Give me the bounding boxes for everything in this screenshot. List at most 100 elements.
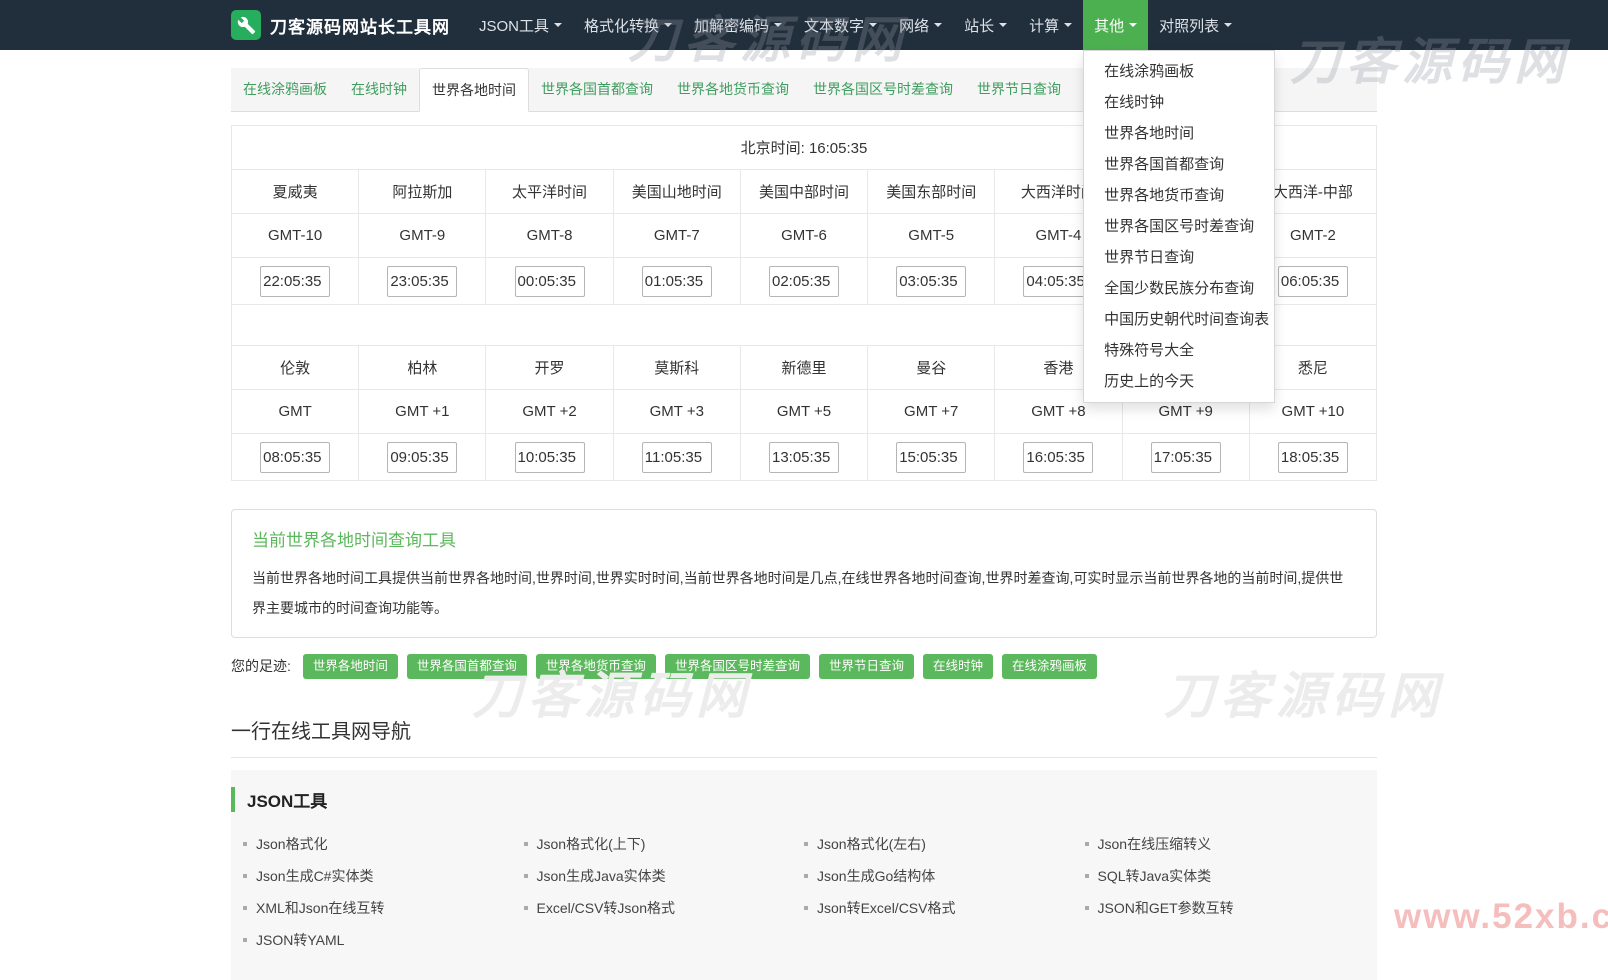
tool-link-label: Json格式化 xyxy=(256,834,328,854)
city-cell: 开罗 xyxy=(486,346,613,390)
tab-世界节日查询[interactable]: 世界节日查询 xyxy=(965,68,1073,112)
bullet-icon xyxy=(1085,874,1089,878)
tool-link-Json格式化[interactable]: Json格式化 xyxy=(243,828,524,860)
tool-link-Json转Excel/CSV格式[interactable]: Json转Excel/CSV格式 xyxy=(804,892,1085,924)
bullet-icon xyxy=(243,906,247,910)
nav-item-加解密编码[interactable]: 加解密编码 xyxy=(683,0,793,50)
dropdown-caret-icon xyxy=(1064,23,1072,27)
nav-item-对照列表[interactable]: 对照列表 xyxy=(1148,0,1243,50)
dropdown-caret-icon xyxy=(554,23,562,27)
tab-在线时钟[interactable]: 在线时钟 xyxy=(339,68,419,112)
tool-link-SQL转Java实体类[interactable]: SQL转Java实体类 xyxy=(1085,860,1366,892)
time-input[interactable] xyxy=(387,266,457,297)
corner-watermark: www.52xb.cn xyxy=(1394,897,1608,937)
tool-link-Json生成Java实体类[interactable]: Json生成Java实体类 xyxy=(524,860,805,892)
nav-item-网络[interactable]: 网络 xyxy=(888,0,953,50)
time-input[interactable] xyxy=(515,266,585,297)
tool-link-JSON转YAML[interactable]: JSON转YAML xyxy=(243,924,524,956)
dropdown-item[interactable]: 世界各地货币查询 xyxy=(1084,180,1274,211)
other-tools-dropdown: 在线涂鸦画板在线时钟世界各地时间世界各国首都查询世界各地货币查询世界各国区号时差… xyxy=(1083,50,1275,403)
time-input[interactable] xyxy=(642,266,712,297)
dropdown-item[interactable]: 在线涂鸦画板 xyxy=(1084,56,1274,87)
footprint-button-世界各国区号时差查询[interactable]: 世界各国区号时差查询 xyxy=(665,654,810,679)
tool-link-Json生成Go结构体[interactable]: Json生成Go结构体 xyxy=(804,860,1085,892)
dropdown-item[interactable]: 全国少数民族分布查询 xyxy=(1084,273,1274,304)
dropdown-item[interactable]: 世界各国首都查询 xyxy=(1084,149,1274,180)
time-input[interactable] xyxy=(642,442,712,473)
nav-item-其他[interactable]: 其他在线涂鸦画板在线时钟世界各地时间世界各国首都查询世界各地货币查询世界各国区号… xyxy=(1083,0,1148,50)
time-input[interactable] xyxy=(260,266,330,297)
gmt-cell: GMT-6 xyxy=(740,214,867,258)
dropdown-caret-icon xyxy=(1129,23,1137,27)
tool-link-label: Json生成C#实体类 xyxy=(256,866,373,886)
nav-item-文本数字[interactable]: 文本数字 xyxy=(793,0,888,50)
tool-link-Json生成C#实体类[interactable]: Json生成C#实体类 xyxy=(243,860,524,892)
dropdown-caret-icon xyxy=(999,23,1007,27)
time-cell xyxy=(1249,434,1376,481)
dropdown-item[interactable]: 中国历史朝代时间查询表 xyxy=(1084,304,1274,335)
dropdown-caret-icon xyxy=(869,23,877,27)
tool-link-label: Json生成Go结构体 xyxy=(817,866,935,886)
tab-世界各国首都查询[interactable]: 世界各国首都查询 xyxy=(529,68,665,112)
site-brand[interactable]: 刀客源码网站长工具网 xyxy=(231,0,450,50)
time-input[interactable] xyxy=(769,266,839,297)
wrench-icon xyxy=(231,10,261,40)
tool-link-Json格式化(上下)[interactable]: Json格式化(上下) xyxy=(524,828,805,860)
dropdown-caret-icon xyxy=(774,23,782,27)
tool-link-Excel/CSV转Json格式[interactable]: Excel/CSV转Json格式 xyxy=(524,892,805,924)
tab-世界各地货币查询[interactable]: 世界各地货币查询 xyxy=(665,68,801,112)
tool-link-JSON和GET参数互转[interactable]: JSON和GET参数互转 xyxy=(1085,892,1366,924)
time-cell xyxy=(613,258,740,305)
top-navbar: 刀客源码网站长工具网 JSON工具格式化转换加解密编码文本数字网络站长计算其他在… xyxy=(0,0,1608,50)
dropdown-item[interactable]: 世界各地时间 xyxy=(1084,118,1274,149)
time-input[interactable] xyxy=(260,442,330,473)
time-input[interactable] xyxy=(515,442,585,473)
gmt-cell: GMT +1 xyxy=(359,390,486,434)
dropdown-item[interactable]: 特殊符号大全 xyxy=(1084,335,1274,366)
time-input[interactable] xyxy=(1151,442,1221,473)
time-input[interactable] xyxy=(769,442,839,473)
tool-link-label: Json在线压缩转义 xyxy=(1098,834,1212,854)
tool-link-Json在线压缩转义[interactable]: Json在线压缩转义 xyxy=(1085,828,1366,860)
time-cell xyxy=(359,434,486,481)
tool-link-Json格式化(左右)[interactable]: Json格式化(左右) xyxy=(804,828,1085,860)
tab-世界各国区号时差查询[interactable]: 世界各国区号时差查询 xyxy=(801,68,965,112)
time-input[interactable] xyxy=(896,266,966,297)
bullet-icon xyxy=(1085,842,1089,846)
city-cell: 夏威夷 xyxy=(232,170,359,214)
footprint-button-世界各国首都查询[interactable]: 世界各国首都查询 xyxy=(407,654,527,679)
time-input[interactable] xyxy=(387,442,457,473)
city-cell: 莫斯科 xyxy=(613,346,740,390)
nav-item-站长[interactable]: 站长 xyxy=(953,0,1018,50)
tool-link-XML和Json在线互转[interactable]: XML和Json在线互转 xyxy=(243,892,524,924)
tab-在线涂鸦画板[interactable]: 在线涂鸦画板 xyxy=(231,68,339,112)
footprint-button-在线涂鸦画板[interactable]: 在线涂鸦画板 xyxy=(1002,654,1097,679)
footprint-button-世界各地货币查询[interactable]: 世界各地货币查询 xyxy=(536,654,656,679)
dropdown-caret-icon xyxy=(934,23,942,27)
tool-link-label: Json格式化(左右) xyxy=(817,834,926,854)
dropdown-item[interactable]: 世界节日查询 xyxy=(1084,242,1274,273)
time-cell xyxy=(486,258,613,305)
footprint-button-世界各地时间[interactable]: 世界各地时间 xyxy=(303,654,398,679)
tab-世界各地时间[interactable]: 世界各地时间 xyxy=(419,68,529,112)
time-cell xyxy=(232,434,359,481)
footprint-button-在线时钟[interactable]: 在线时钟 xyxy=(923,654,993,679)
time-input[interactable] xyxy=(1278,266,1348,297)
dropdown-item[interactable]: 世界各国区号时差查询 xyxy=(1084,211,1274,242)
dropdown-item[interactable]: 在线时钟 xyxy=(1084,87,1274,118)
tool-link-label: Json转Excel/CSV格式 xyxy=(817,898,955,918)
bullet-icon xyxy=(243,938,247,942)
nav-item-JSON工具[interactable]: JSON工具 xyxy=(468,0,573,50)
time-input[interactable] xyxy=(1278,442,1348,473)
city-cell: 太平洋时间 xyxy=(486,170,613,214)
nav-item-计算[interactable]: 计算 xyxy=(1018,0,1083,50)
time-input[interactable] xyxy=(1023,442,1093,473)
time-input[interactable] xyxy=(896,442,966,473)
nav-item-格式化转换[interactable]: 格式化转换 xyxy=(573,0,683,50)
tool-link-label: Json格式化(上下) xyxy=(537,834,646,854)
json-tools-heading: JSON工具 xyxy=(231,787,1377,812)
tool-description-box: 当前世界各地时间查询工具 当前世界各地时间工具提供当前世界各地时间,世界时间,世… xyxy=(231,509,1377,638)
footprint-button-世界节日查询[interactable]: 世界节日查询 xyxy=(819,654,914,679)
time-row xyxy=(232,434,1377,481)
dropdown-item[interactable]: 历史上的今天 xyxy=(1084,366,1274,397)
